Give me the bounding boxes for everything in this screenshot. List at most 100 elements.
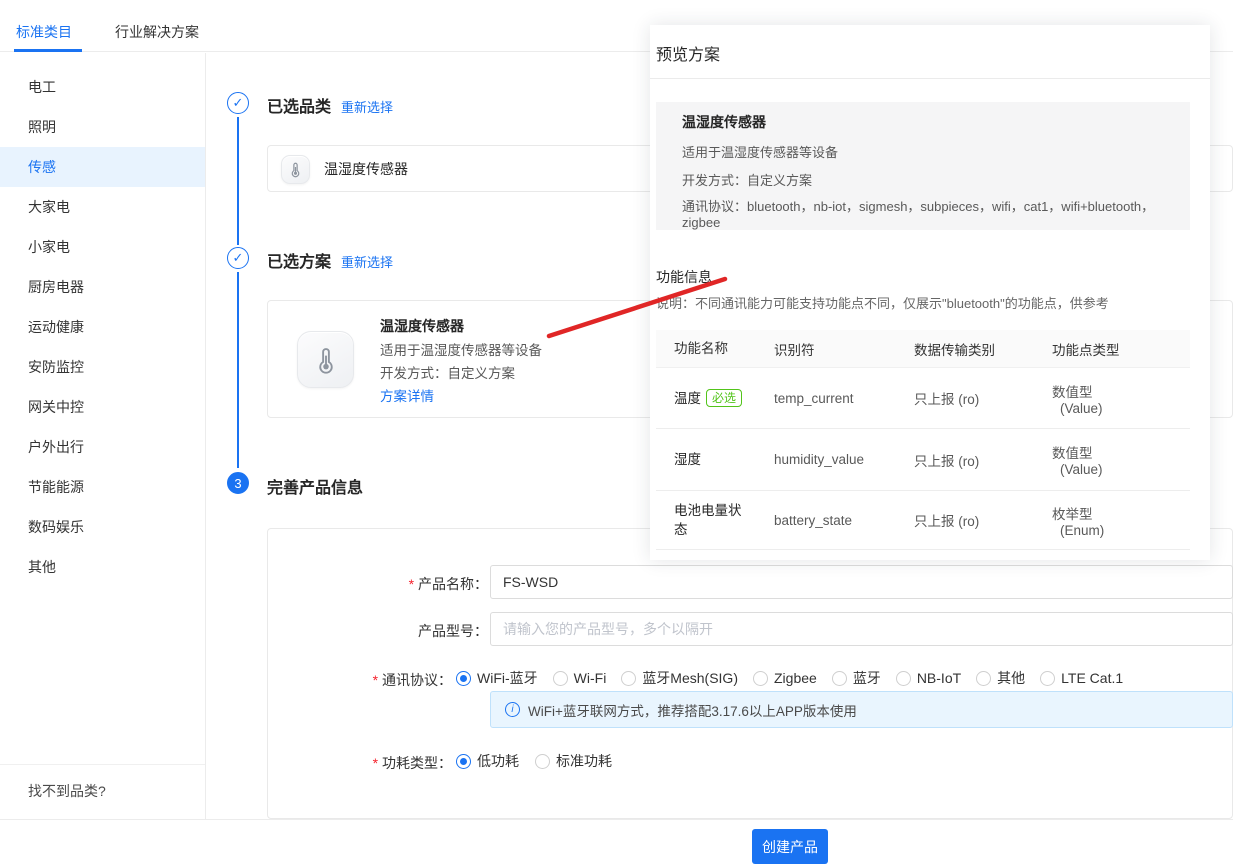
sidebar-item-small-appliance[interactable]: 小家电 <box>0 227 205 267</box>
solution-detail-link[interactable]: 方案详情 <box>380 385 434 405</box>
cannot-find-category-link[interactable]: 找不到品类? <box>0 765 205 801</box>
radio-selected-icon <box>456 754 471 769</box>
thermometer-icon <box>297 331 354 388</box>
radio-icon <box>535 754 550 769</box>
radio-nbiot[interactable]: NB-IoT <box>896 670 961 686</box>
step1-check-icon: ✓ <box>227 92 249 114</box>
sidebar-item-entertainment[interactable]: 数码娱乐 <box>0 507 205 547</box>
product-model-label: 产品型号： <box>318 621 488 641</box>
radio-icon <box>896 671 911 686</box>
dp-transfer: 只上报 (ro) <box>914 388 1052 408</box>
step2-reselect-link[interactable]: 重新选择 <box>341 252 393 271</box>
radio-wifi[interactable]: Wi-Fi <box>553 670 607 686</box>
radio-bluetooth[interactable]: 蓝牙 <box>832 668 881 688</box>
dp-identifier: humidity_value <box>774 452 914 467</box>
step2-check-icon: ✓ <box>227 247 249 269</box>
radio-icon <box>976 671 991 686</box>
dp-name: 电池电量状态 <box>674 503 742 537</box>
radio-icon <box>553 671 568 686</box>
product-name-input[interactable] <box>490 565 1233 599</box>
sidebar-item-security[interactable]: 安防监控 <box>0 347 205 387</box>
step-rail-segment-2 <box>237 272 239 468</box>
step2-title: 已选方案 <box>267 248 331 272</box>
tab-standard-category[interactable]: 标准类目 <box>16 22 72 42</box>
col-dp-type: 功能点类型 <box>1052 339 1190 359</box>
step3-title: 完善产品信息 <box>267 474 363 498</box>
sidebar-footer: 找不到品类? <box>0 764 205 819</box>
solution-description: 适用于温湿度传感器等设备 <box>380 339 542 359</box>
col-function-name: 功能名称 <box>656 339 774 358</box>
preview-solution-name: 温湿度传感器 <box>682 112 766 132</box>
radio-selected-icon <box>456 671 471 686</box>
action-footer: 创建产品 <box>0 819 1233 865</box>
radio-standard-power[interactable]: 标准功耗 <box>535 751 612 771</box>
selected-category-name: 温湿度传感器 <box>324 146 408 193</box>
radio-wifi-ble[interactable]: WiFi-蓝牙 <box>456 668 538 688</box>
protocol-label: 通讯协议： <box>282 670 452 690</box>
thermometer-icon <box>281 155 310 184</box>
table-row: 电池电量状态 battery_state 只上报 (ro) 枚举型(Enum) <box>656 491 1190 550</box>
create-product-button[interactable]: 创建产品 <box>752 829 828 864</box>
dp-name: 湿度 <box>674 452 701 467</box>
preview-protocol-list: 通讯协议：bluetooth，nb-iot，sigmesh，subpieces，… <box>682 196 1190 230</box>
create-product-page: 标准类目 行业解决方案 电工 照明 传感 大家电 小家电 厨房电器 运动健康 安… <box>0 0 1233 865</box>
solution-preview-panel: 预览方案 温湿度传感器 适用于温湿度传感器等设备 开发方式：自定义方案 通讯协议… <box>650 25 1210 560</box>
info-circle-icon: i <box>505 702 520 717</box>
dp-name: 温度 <box>674 391 701 406</box>
category-sidebar: 电工 照明 传感 大家电 小家电 厨房电器 运动健康 安防监控 网关中控 户外出… <box>0 53 206 819</box>
sidebar-item-others[interactable]: 其他 <box>0 547 205 587</box>
power-type-label: 功耗类型： <box>282 753 452 773</box>
radio-icon <box>621 671 636 686</box>
sidebar-item-electrical[interactable]: 电工 <box>0 67 205 107</box>
sidebar-item-sensor[interactable]: 传感 <box>0 147 205 187</box>
function-info-note: 说明：不同通讯能力可能支持功能点不同，仅展示"bluetooth"的功能点，供参… <box>656 293 1109 312</box>
power-type-radio-group: 低功耗 标准功耗 <box>456 751 612 771</box>
tab-industry-solution[interactable]: 行业解决方案 <box>115 22 199 42</box>
sidebar-item-outdoor[interactable]: 户外出行 <box>0 427 205 467</box>
active-tab-underline <box>14 49 82 52</box>
product-name-label: 产品名称： <box>318 574 488 594</box>
protocol-tip-banner: i WiFi+蓝牙联网方式，推荐搭配3.17.6以上APP版本使用 <box>490 691 1233 728</box>
preview-solution-desc: 适用于温湿度传感器等设备 <box>682 142 838 161</box>
table-row: 湿度 humidity_value 只上报 (ro) 数值型(Value) <box>656 429 1190 491</box>
col-transfer-type: 数据传输类别 <box>914 339 1052 359</box>
step1-reselect-link[interactable]: 重新选择 <box>341 97 393 116</box>
category-list: 电工 照明 传感 大家电 小家电 厨房电器 运动健康 安防监控 网关中控 户外出… <box>0 67 205 587</box>
protocol-tip-text: WiFi+蓝牙联网方式，推荐搭配3.17.6以上APP版本使用 <box>528 700 857 720</box>
sidebar-item-health[interactable]: 运动健康 <box>0 307 205 347</box>
radio-ble-mesh[interactable]: 蓝牙Mesh(SIG) <box>621 668 738 688</box>
step1-title: 已选品类 <box>267 93 331 117</box>
radio-icon <box>832 671 847 686</box>
product-model-input[interactable] <box>490 612 1233 646</box>
dp-transfer: 只上报 (ro) <box>914 450 1052 470</box>
step3-number-icon: 3 <box>227 472 249 494</box>
radio-icon <box>753 671 768 686</box>
dp-type: 枚举型(Enum) <box>1052 503 1190 538</box>
function-table: 功能名称 识别符 数据传输类别 功能点类型 温度必选 temp_current … <box>656 330 1190 550</box>
sidebar-item-gateway[interactable]: 网关中控 <box>0 387 205 427</box>
solution-dev-mode: 开发方式：自定义方案 <box>380 362 515 382</box>
dp-type: 数值型(Value) <box>1052 381 1190 416</box>
function-info-title: 功能信息 <box>656 267 712 287</box>
radio-icon <box>1040 671 1055 686</box>
sidebar-item-energy[interactable]: 节能能源 <box>0 467 205 507</box>
sidebar-item-large-appliance[interactable]: 大家电 <box>0 187 205 227</box>
step-rail-segment-1 <box>237 117 239 245</box>
dp-type: 数值型(Value) <box>1052 442 1190 477</box>
radio-lte-cat1[interactable]: LTE Cat.1 <box>1040 670 1123 686</box>
radio-zigbee[interactable]: Zigbee <box>753 670 817 686</box>
radio-other[interactable]: 其他 <box>976 668 1025 688</box>
solution-name: 温湿度传感器 <box>380 316 464 336</box>
sidebar-item-kitchen[interactable]: 厨房电器 <box>0 267 205 307</box>
dp-identifier: battery_state <box>774 513 914 528</box>
required-badge: 必选 <box>706 389 742 407</box>
radio-low-power[interactable]: 低功耗 <box>456 751 519 771</box>
sidebar-item-lighting[interactable]: 照明 <box>0 107 205 147</box>
preview-dev-mode: 开发方式：自定义方案 <box>682 170 812 189</box>
preview-panel-title: 预览方案 <box>656 41 720 65</box>
col-identifier: 识别符 <box>774 339 914 359</box>
protocol-radio-group: WiFi-蓝牙 Wi-Fi 蓝牙Mesh(SIG) Zigbee 蓝牙 NB-I… <box>456 668 1123 688</box>
dp-transfer: 只上报 (ro) <box>914 510 1052 530</box>
divider <box>650 78 1210 79</box>
dp-identifier: temp_current <box>774 391 914 406</box>
